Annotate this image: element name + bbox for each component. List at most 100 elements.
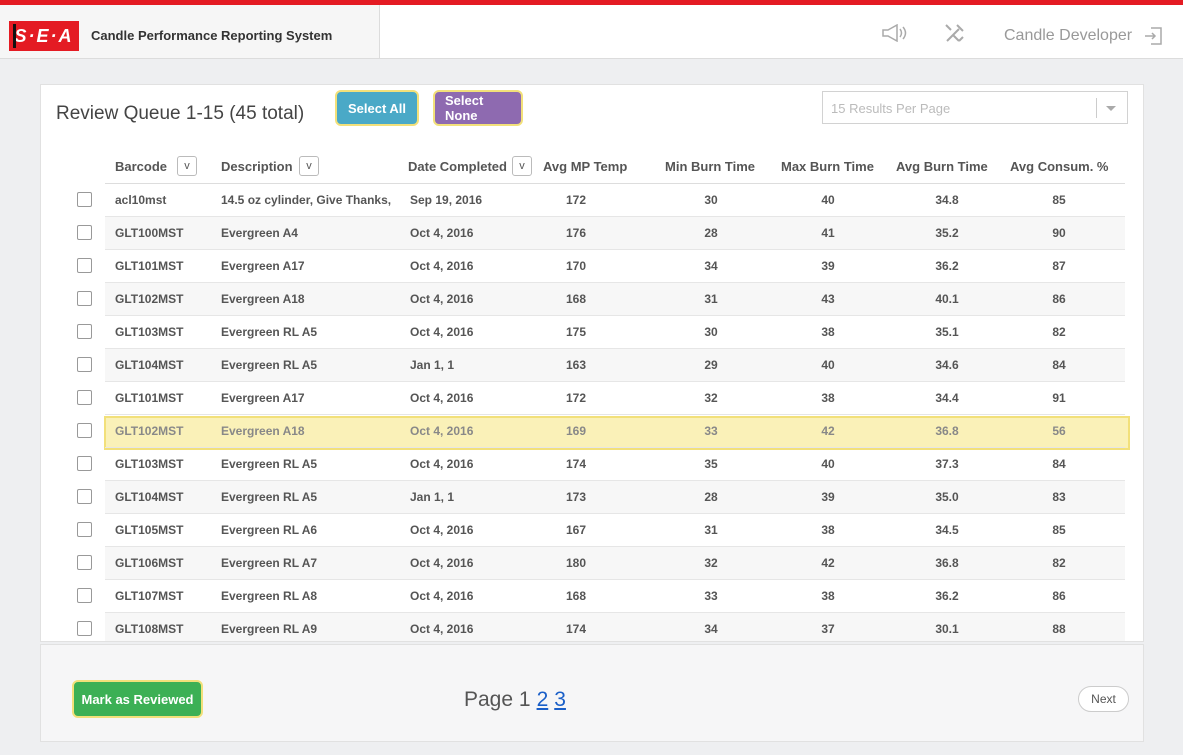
page-link-2[interactable]: 2 (537, 688, 549, 711)
table-row[interactable]: GLT101MST Evergreen A17 Oct 4, 2016 170 34 39… (41, 250, 1145, 283)
avg-burn-time-cell: 36.8 (935, 556, 959, 570)
table-row[interactable]: acl10mst 14.5 oz cylinder, Give Thanks, Se… (41, 184, 1145, 217)
chevron-down-icon[interactable] (1106, 106, 1116, 111)
table-row[interactable]: GLT103MST Evergreen RL A5 Oct 4, 2016 175 30… (41, 316, 1145, 349)
min-burn-time-cell: 31 (704, 523, 718, 537)
avg-burn-time-cell: 35.0 (935, 490, 959, 504)
row-checkbox[interactable] (77, 621, 92, 636)
row-checkbox[interactable] (77, 555, 92, 570)
row-checkbox[interactable] (77, 423, 92, 438)
select-divider (1096, 98, 1097, 118)
tools-icon[interactable] (941, 21, 969, 45)
description-cell: Evergreen RL A5 (221, 457, 318, 471)
min-burn-time-cell: 32 (704, 391, 718, 405)
row-checkbox[interactable] (77, 324, 92, 339)
avg-burn-time-cell: 34.5 (935, 523, 959, 537)
row-checkbox[interactable] (77, 522, 92, 537)
barcode-cell: GLT104MST (115, 490, 184, 504)
barcode-cell: GLT102MST (115, 424, 184, 438)
avg-mp-temp-cell: 174 (565, 622, 587, 636)
avg-consumption-cell: 91 (1052, 391, 1066, 405)
page-title: Review Queue 1-15 (45 total) (56, 103, 305, 124)
barcode-cell: GLT101MST (115, 259, 184, 273)
row-checkbox[interactable] (77, 192, 92, 207)
row-checkbox[interactable] (77, 357, 92, 372)
avg-burn-time-cell: 30.1 (935, 622, 959, 636)
user-name[interactable]: Candle Developer (1004, 27, 1132, 45)
app-title: Candle Performance Reporting System (91, 28, 333, 43)
sort-description-button[interactable]: v (299, 156, 319, 176)
sea-logo[interactable]: S·E·A (9, 21, 79, 51)
row-checkbox[interactable] (77, 258, 92, 273)
avg-consumption-cell: 82 (1052, 325, 1066, 339)
select-none-button[interactable]: Select None (433, 90, 523, 126)
description-cell: Evergreen A18 (221, 292, 305, 306)
min-burn-time-cell: 29 (704, 358, 718, 372)
row-checkbox[interactable] (77, 489, 92, 504)
column-header-description[interactable]: Description (221, 159, 293, 174)
table-row[interactable]: GLT102MST Evergreen A18 Oct 4, 2016 168 31 43… (41, 283, 1145, 316)
date-completed-cell: Oct 4, 2016 (410, 523, 474, 537)
description-cell: Evergreen A4 (221, 226, 298, 240)
table-row[interactable]: GLT106MST Evergreen RL A7 Oct 4, 2016 180 32… (41, 547, 1145, 580)
table-row[interactable]: GLT104MST Evergreen RL A5 Jan 1, 1 163 29 40 3… (41, 349, 1145, 382)
max-burn-time-cell: 38 (821, 325, 835, 339)
description-cell: Evergreen A17 (221, 391, 305, 405)
table-row[interactable]: GLT105MST Evergreen RL A6 Oct 4, 2016 167 31… (41, 514, 1145, 547)
table-row[interactable]: GLT103MST Evergreen RL A5 Oct 4, 2016 174 35… (41, 448, 1145, 481)
mark-as-reviewed-button[interactable]: Mark as Reviewed (72, 680, 203, 718)
avg-consumption-cell: 87 (1052, 259, 1066, 273)
description-cell: Evergreen RL A5 (221, 358, 318, 372)
row-checkbox[interactable] (77, 456, 92, 471)
table-row[interactable]: GLT108MST Evergreen RL A9 Oct 4, 2016 174 34… (41, 613, 1145, 641)
table-row[interactable]: GLT107MST Evergreen RL A8 Oct 4, 2016 168 33… (41, 580, 1145, 613)
barcode-cell: GLT108MST (115, 622, 184, 636)
sort-barcode-button[interactable]: v (177, 156, 197, 176)
column-header-date-completed[interactable]: Date Completed (408, 159, 507, 174)
avg-burn-time-cell: 37.3 (935, 457, 959, 471)
results-per-page-select[interactable]: 15 Results Per Page (822, 91, 1128, 124)
barcode-cell: GLT102MST (115, 292, 184, 306)
description-cell: Evergreen RL A5 (221, 490, 318, 504)
table-row[interactable]: GLT102MST Evergreen A18 Oct 4, 2016 169 33 42… (41, 415, 1145, 450)
min-burn-time-cell: 34 (704, 259, 718, 273)
avg-consumption-cell: 90 (1052, 226, 1066, 240)
barcode-cell: GLT104MST (115, 358, 184, 372)
next-page-label: Next (1091, 692, 1116, 706)
min-burn-time-cell: 30 (704, 325, 718, 339)
select-all-button[interactable]: Select All (335, 90, 419, 126)
review-queue-panel: Review Queue 1-15 (45 total) Select All … (40, 84, 1144, 642)
page-link-3[interactable]: 3 (554, 688, 566, 711)
table-row[interactable]: GLT100MST Evergreen A4 Oct 4, 2016 176 28 41 3… (41, 217, 1145, 250)
max-burn-time-cell: 40 (821, 193, 835, 207)
next-page-button[interactable]: Next (1078, 686, 1129, 712)
date-completed-cell: Oct 4, 2016 (410, 424, 474, 438)
avg-consumption-cell: 56 (1052, 424, 1066, 438)
megaphone-icon[interactable] (880, 21, 908, 45)
avg-mp-temp-cell: 175 (565, 325, 587, 339)
sort-date-button[interactable]: v (512, 156, 532, 176)
table-row[interactable]: GLT104MST Evergreen RL A5 Jan 1, 1 173 28 39 3… (41, 481, 1145, 514)
avg-burn-time-cell: 34.8 (935, 193, 959, 207)
table-row[interactable]: GLT101MST Evergreen A17 Oct 4, 2016 172 32 38… (41, 382, 1145, 415)
avg-consumption-cell: 85 (1052, 523, 1066, 537)
avg-consumption-cell: 82 (1052, 556, 1066, 570)
min-burn-time-cell: 31 (704, 292, 718, 306)
description-cell: Evergreen A17 (221, 259, 305, 273)
date-completed-cell: Sep 19, 2016 (410, 193, 483, 207)
max-burn-time-cell: 39 (821, 490, 835, 504)
logout-icon[interactable] (1144, 27, 1162, 50)
avg-consumption-cell: 88 (1052, 622, 1066, 636)
row-checkbox[interactable] (77, 588, 92, 603)
avg-mp-temp-cell: 168 (565, 589, 587, 603)
date-completed-cell: Jan 1, 1 (410, 490, 455, 504)
column-header-barcode[interactable]: Barcode (115, 159, 167, 174)
row-checkbox[interactable] (77, 390, 92, 405)
avg-burn-time-cell: 35.2 (935, 226, 959, 240)
barcode-cell: GLT103MST (115, 325, 184, 339)
avg-mp-temp-cell: 163 (565, 358, 587, 372)
min-burn-time-cell: 35 (704, 457, 718, 471)
min-burn-time-cell: 34 (704, 622, 718, 636)
row-checkbox[interactable] (77, 225, 92, 240)
row-checkbox[interactable] (77, 291, 92, 306)
